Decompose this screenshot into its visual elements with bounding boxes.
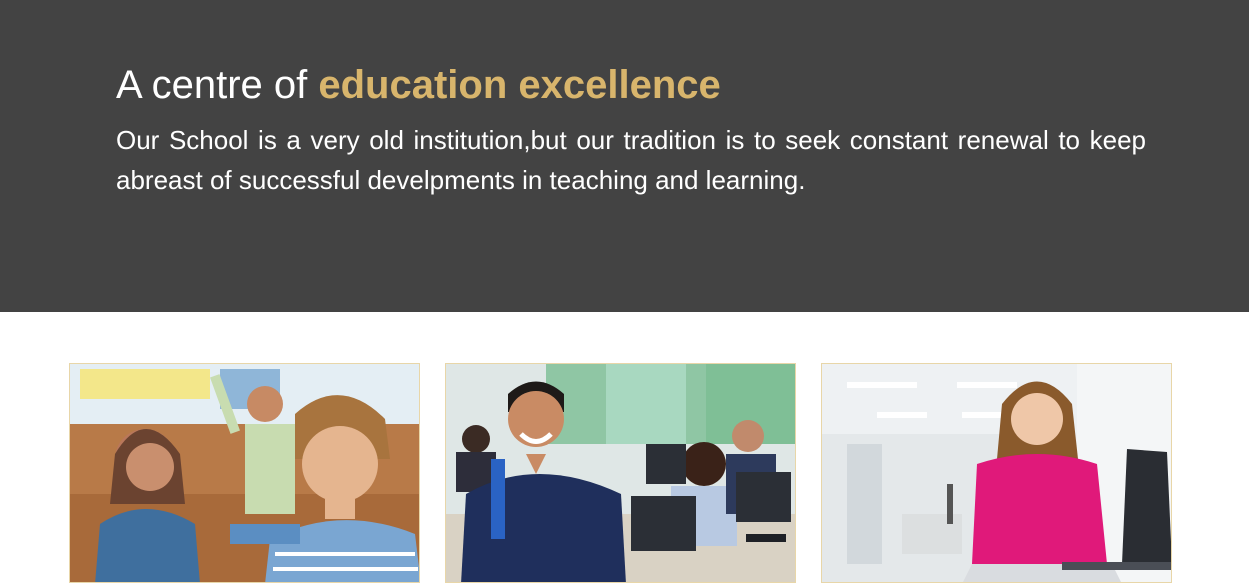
feature-card[interactable] bbox=[821, 363, 1172, 583]
classroom-children-photo bbox=[70, 364, 419, 582]
hero-content: A centre of education excellence Our Sch… bbox=[116, 62, 1146, 200]
feature-card[interactable] bbox=[69, 363, 420, 583]
hero-title-plain: A centre of bbox=[116, 63, 319, 107]
hero-title-accent: education excellence bbox=[318, 63, 721, 107]
student-laptop-library-photo bbox=[822, 364, 1171, 582]
feature-cards bbox=[69, 363, 1175, 583]
hero-description: Our School is a very old institution,but… bbox=[116, 125, 1146, 195]
hero-banner: A centre of education excellence Our Sch… bbox=[0, 0, 1249, 312]
hero-title: A centre of education excellence bbox=[116, 62, 1146, 108]
feature-card[interactable] bbox=[445, 363, 796, 583]
student-computer-lab-photo bbox=[446, 364, 795, 582]
